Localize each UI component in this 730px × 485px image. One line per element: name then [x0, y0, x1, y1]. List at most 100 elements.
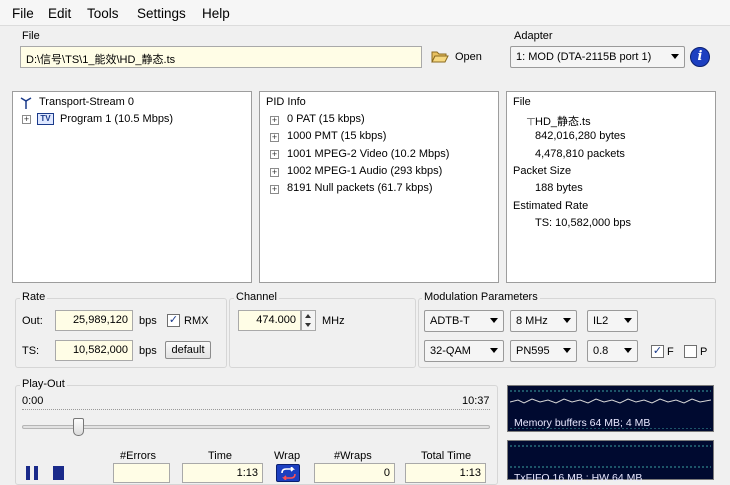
estimated-rate-value: TS: 10,582,000 bps [535, 217, 632, 229]
packet-size-value: 188 bytes [535, 182, 583, 194]
wraps-field: 0 [314, 463, 395, 483]
file-packets-value: 4,478,810 packets [535, 148, 625, 160]
menu-tools[interactable]: Tools [87, 6, 119, 21]
tree-root-label[interactable]: Transport-Stream 0 [39, 96, 134, 108]
interleaver-select[interactable]: IL2 [587, 310, 638, 332]
chevron-down-icon [490, 318, 498, 323]
total-time-header: Total Time [421, 450, 472, 462]
file-label: File [22, 30, 40, 42]
channel-unit: MHz [322, 315, 345, 327]
file-size-value: 842,016,280 bytes [535, 130, 626, 142]
fifo-scope: TxFIFO 16 MB ; HW 64 MB [507, 440, 714, 484]
expand-icon[interactable]: + [270, 168, 279, 177]
spin-up-icon[interactable] [305, 314, 311, 318]
constellation-select[interactable]: 32-QAM [424, 340, 504, 362]
ts-label: TS: [22, 345, 40, 357]
modulation-title: Modulation Parameters [422, 291, 540, 303]
file-path-text: D:\信号\TS\1_能效\HD_静态.ts [26, 54, 176, 66]
p-checkbox[interactable] [684, 345, 697, 358]
p-label: P [700, 346, 708, 358]
expand-icon[interactable]: + [270, 116, 279, 125]
expand-icon[interactable]: + [22, 115, 31, 124]
code-rate-select[interactable]: 0.8 [587, 340, 638, 362]
fifo-label: TxFIFO 16 MB ; HW 64 MB [514, 472, 643, 484]
out-rate-field[interactable]: 25,989,120 [55, 310, 133, 331]
standard-select[interactable]: ADTB-T [424, 310, 504, 332]
pid-info-title: PID Info [266, 96, 306, 108]
playout-track[interactable] [22, 425, 490, 429]
file-info-panel[interactable]: File ┬ HD_静态.ts 842,016,280 bytes 4,478,… [506, 91, 716, 283]
estimated-rate-title: Estimated Rate [513, 200, 589, 212]
out-label: Out: [22, 315, 43, 327]
playout-start-time: 0:00 [22, 395, 44, 407]
pid-item[interactable]: 0 PAT (15 kbps) [287, 113, 365, 125]
pause-icon[interactable] [26, 466, 30, 480]
expand-icon[interactable]: + [270, 150, 279, 159]
menu-settings[interactable]: Settings [137, 6, 186, 21]
bandwidth-select[interactable]: 8 MHz [510, 310, 577, 332]
chevron-down-icon [624, 318, 632, 323]
pause-icon-bar[interactable] [34, 466, 38, 480]
channel-group [229, 298, 416, 368]
slider-ticks [22, 409, 490, 411]
rate-title: Rate [20, 291, 48, 303]
total-time-field: 1:13 [405, 463, 486, 483]
chevron-down-icon [563, 318, 571, 323]
pid-info-panel[interactable]: PID Info + 0 PAT (15 kbps) + 1000 PMT (1… [259, 91, 499, 283]
menu-help[interactable]: Help [202, 6, 230, 21]
errors-header: #Errors [120, 450, 157, 462]
antenna-icon [20, 97, 32, 109]
wrap-toggle-button[interactable] [276, 464, 300, 482]
expand-icon[interactable]: + [270, 185, 279, 194]
memory-buffer-label: Memory buffers 64 MB; 4 MB [514, 417, 651, 429]
expand-icon[interactable]: + [270, 133, 279, 142]
pn-select[interactable]: PN595 [510, 340, 577, 362]
adapter-select[interactable]: 1: MOD (DTA-2115B port 1) [510, 46, 685, 68]
errors-field [113, 463, 170, 483]
pid-item[interactable]: 1002 MPEG-1 Audio (293 kbps) [287, 165, 442, 177]
file-name-value: HD_静态.ts [535, 116, 591, 128]
default-button[interactable]: default [165, 341, 211, 359]
folder-open-icon [431, 51, 449, 63]
wrap-header: Wrap [274, 450, 301, 462]
playout-slider-thumb[interactable] [73, 418, 85, 436]
channel-frequency-field[interactable]: 474.000 [238, 310, 301, 331]
open-button[interactable]: Open [431, 48, 491, 66]
menu-bar: File Edit Tools Settings Help [0, 0, 730, 26]
spin-down-icon[interactable] [305, 323, 311, 327]
pid-item[interactable]: 1001 MPEG-2 Video (10.2 Mbps) [287, 148, 449, 160]
time-field: 1:13 [182, 463, 263, 483]
menu-edit[interactable]: Edit [48, 6, 71, 21]
file-info-title: File [513, 96, 531, 108]
frequency-spinner[interactable] [301, 310, 316, 331]
menu-file[interactable]: File [12, 6, 34, 21]
stream-tree-panel[interactable]: Transport-Stream 0 + TV Program 1 (10.5 … [12, 91, 252, 283]
fifo-waveform [510, 445, 711, 468]
loop-icon [281, 467, 296, 480]
open-label: Open [455, 51, 482, 63]
f-label: F [667, 346, 674, 358]
ts-rate-field[interactable]: 10,582,000 [55, 340, 133, 361]
pid-item[interactable]: 1000 PMT (15 kbps) [287, 130, 386, 142]
playout-end-time: 10:37 [462, 395, 490, 407]
stop-icon[interactable] [53, 466, 64, 480]
channel-title: Channel [234, 291, 279, 303]
info-icon[interactable]: i [690, 47, 710, 67]
time-header: Time [208, 450, 233, 462]
file-path-field[interactable]: D:\信号\TS\1_能效\HD_静态.ts [20, 46, 422, 68]
playout-title: Play-Out [20, 378, 67, 390]
rmx-checkbox[interactable]: ✓ [167, 314, 180, 327]
packet-size-title: Packet Size [513, 165, 572, 177]
out-unit: bps [139, 315, 157, 327]
ts-unit: bps [139, 345, 157, 357]
adapter-selected: 1: MOD (DTA-2115B port 1) [516, 51, 652, 63]
memory-buffer-scope: Memory buffers 64 MB; 4 MB [507, 385, 714, 432]
rmx-label: RMX [184, 315, 209, 327]
chevron-down-icon [624, 348, 632, 353]
adapter-label: Adapter [514, 30, 553, 42]
wraps-header: #Wraps [334, 450, 372, 462]
chevron-down-icon [563, 348, 571, 353]
tree-program-label[interactable]: Program 1 (10.5 Mbps) [60, 113, 173, 125]
f-checkbox[interactable]: ✓ [651, 345, 664, 358]
pid-item[interactable]: 8191 Null packets (61.7 kbps) [287, 182, 433, 194]
